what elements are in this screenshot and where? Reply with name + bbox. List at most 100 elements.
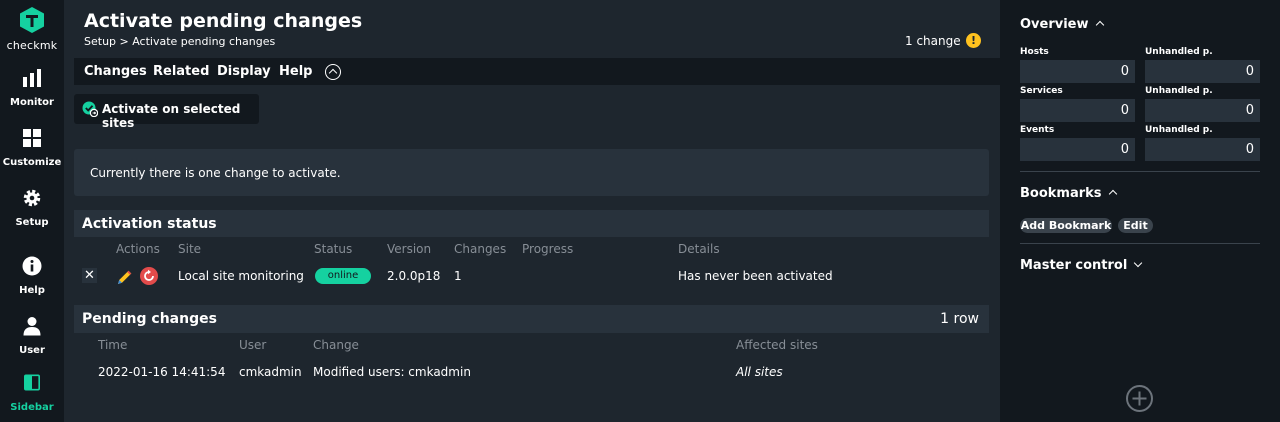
help-icon [22,256,42,276]
row-count: 1 row [940,311,979,327]
customize-icon [23,129,41,147]
column-actions: Actions [116,242,160,256]
master-control-snapin-title[interactable]: Master control [1020,258,1143,273]
table-row: ✕ Local site monitoring online 2.0.0p18 … [74,261,989,291]
menu-related[interactable]: Related [153,64,209,79]
edit-bookmarks-button[interactable]: Edit [1118,218,1153,233]
activation-status-section: Activation status Actions Site Status Ve… [74,210,989,291]
menu-help[interactable]: Help [279,64,312,79]
site-name: Local site monitoring [178,269,304,283]
master-control-title: Master control [1020,258,1128,273]
nav-help[interactable]: Help [0,256,64,306]
change-time: 2022-01-16 14:41:54 [98,365,226,379]
main-navigation: checkmk Monitor Customize Setup Help Use… [0,0,64,422]
column-status[interactable]: Status [314,242,352,256]
activate-site-icon[interactable] [139,266,159,286]
page-menu-bar: Changes Related Display Help [74,58,1000,85]
nav-monitor-label: Monitor [10,97,54,108]
services-label: Services [1020,86,1063,96]
nav-setup[interactable]: Setup [0,188,64,238]
site-version: 2.0.0p18 [387,269,441,283]
edit-pencil-icon[interactable] [116,268,134,286]
pending-changes-title: Pending changes [82,311,217,327]
nav-customize[interactable]: Customize [0,128,64,178]
change-user: cmkadmin [239,365,302,379]
status-badge: online [315,268,371,284]
activate-selected-sites-button[interactable]: Activate on selected sites [74,94,259,130]
nav-setup-label: Setup [15,217,49,228]
nav-user-label: User [19,345,45,356]
events-unhandled-value: 0 [1245,142,1254,157]
site-details: Has never been activated [678,269,833,283]
logo-text: checkmk [6,39,58,52]
services-unhandled-value: 0 [1245,103,1254,118]
events-count[interactable]: 0 [1020,138,1135,161]
hosts-count[interactable]: 0 [1020,60,1135,83]
services-unhandled-label: Unhandled p. [1145,86,1213,96]
info-message: Currently there is one change to activat… [90,166,341,180]
column-user[interactable]: User [239,338,266,352]
nav-sidebar-label: Sidebar [10,402,54,413]
column-version[interactable]: Version [387,242,431,256]
hosts-value: 0 [1120,64,1129,79]
activate-check-icon [82,101,98,117]
sidebar: Overview Hosts Unhandled p. 0 0 Services… [1000,0,1280,422]
services-count[interactable]: 0 [1020,99,1135,122]
events-unhandled-count[interactable]: 0 [1145,138,1260,161]
nav-monitor[interactable]: Monitor [0,68,64,118]
close-icon[interactable]: ✕ [82,268,97,283]
overview-snapin-title[interactable]: Overview [1020,17,1104,32]
column-site[interactable]: Site [178,242,201,256]
chevron-down-icon [1134,258,1143,268]
column-affected-sites[interactable]: Affected sites [736,338,818,352]
change-affected-sites: All sites [736,365,783,379]
hosts-unhandled-label: Unhandled p. [1145,47,1213,57]
checkmk-logo-icon [20,7,44,33]
column-details[interactable]: Details [678,242,720,256]
hosts-label: Hosts [1020,47,1049,57]
chevron-up-icon [1095,20,1104,30]
pending-change-count[interactable]: 1 change [905,34,961,48]
change-description: Modified users: cmkadmin [313,365,471,379]
nav-user[interactable]: User [0,316,64,366]
pending-changes-header: Time User Change Affected sites [74,333,989,357]
nav-customize-label: Customize [2,157,62,168]
add-snapin-icon[interactable] [1126,385,1153,412]
activate-button-label: Activate on selected sites [102,102,241,130]
nav-sidebar[interactable]: Sidebar [0,374,64,422]
activation-status-title: Activation status [82,216,217,232]
column-change[interactable]: Change [313,338,359,352]
events-label: Events [1020,125,1055,135]
services-value: 0 [1120,103,1129,118]
menu-changes[interactable]: Changes [84,64,147,79]
sidebar-icon [24,374,40,391]
table-row: 2022-01-16 14:41:54 cmkadmin Modified us… [74,357,989,387]
add-bookmark-button[interactable]: Add Bookmark [1020,218,1112,233]
events-unhandled-label: Unhandled p. [1145,125,1213,135]
checkmk-logo[interactable]: checkmk [0,0,64,58]
divider [1020,243,1260,244]
events-value: 0 [1120,142,1129,157]
activation-status-header: Actions Site Status Version Changes Prog… [74,237,989,261]
warning-icon[interactable]: ! [966,33,981,48]
menu-display[interactable]: Display [217,64,271,79]
hosts-unhandled-count[interactable]: 0 [1145,60,1260,83]
page-title: Activate pending changes [84,10,363,32]
divider [1020,171,1260,172]
bookmarks-title: Bookmarks [1020,186,1102,201]
column-changes[interactable]: Changes [454,242,506,256]
nav-help-label: Help [19,285,45,296]
column-time[interactable]: Time [98,338,127,352]
gear-icon [23,189,41,207]
site-changes: 1 [454,269,462,283]
user-icon [23,317,41,336]
services-unhandled-count[interactable]: 0 [1145,99,1260,122]
chevron-up-icon [1108,189,1117,199]
pending-changes-section: Pending changes 1 row Time User Change A… [74,305,989,387]
hosts-unhandled-value: 0 [1245,64,1254,79]
toggle-shortcuts-icon[interactable] [325,64,341,80]
info-message-box: Currently there is one change to activat… [74,149,989,196]
breadcrumb[interactable]: Setup > Activate pending changes [84,35,275,48]
bookmarks-snapin-title[interactable]: Bookmarks [1020,186,1117,201]
column-progress[interactable]: Progress [522,242,573,256]
